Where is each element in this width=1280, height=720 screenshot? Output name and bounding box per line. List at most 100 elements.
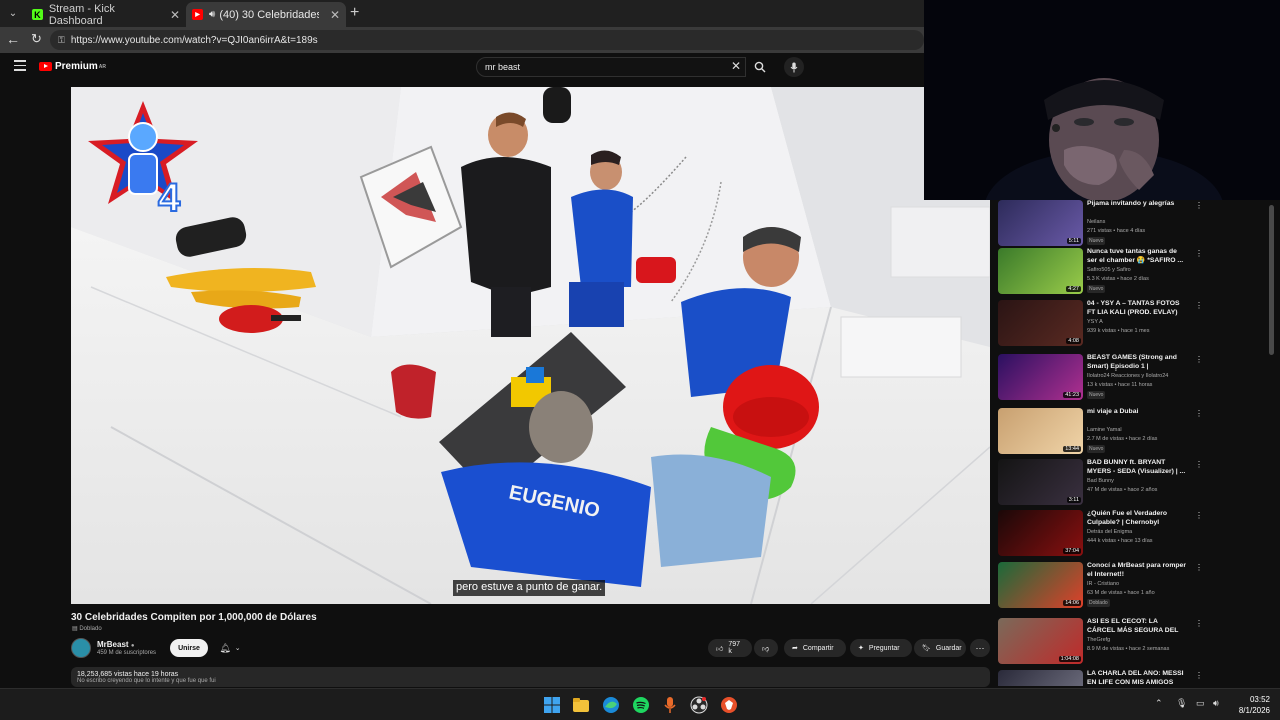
- video-thumbnail[interactable]: 3:11: [998, 459, 1083, 505]
- back-button[interactable]: ←: [6, 31, 20, 47]
- share-button[interactable]: ➦ Compartir: [784, 639, 846, 657]
- more-vert-icon[interactable]: ⋮: [1195, 409, 1203, 418]
- scrollbar[interactable]: [1269, 205, 1274, 355]
- recommendation-title[interactable]: BAD BUNNY ft. BRYANT MYERS - SEDA (Visua…: [1087, 459, 1187, 476]
- video-thumbnail[interactable]: 4:27: [998, 248, 1083, 294]
- network-icon[interactable]: ▭: [1196, 698, 1205, 709]
- recommendation-card[interactable]: LA CHARLA DEL AÑO: MESSI EN LIFE CON MIS…: [998, 670, 1268, 686]
- address-bar[interactable]: ⚿ https://www.youtube.com/watch?v=QJI0an…: [50, 30, 924, 50]
- video-duration: 14:06: [1063, 600, 1081, 606]
- recommendation-channel[interactable]: YSY A: [1087, 319, 1103, 325]
- recommendation-badge: Nuevo: [1087, 285, 1106, 293]
- microphone-app-icon[interactable]: [661, 696, 679, 714]
- more-vert-icon[interactable]: ⋮: [1195, 563, 1203, 572]
- youtube-premium-logo[interactable]: Premium AR: [39, 61, 106, 72]
- recommendation-card[interactable]: 41:23 BEAST GAMES (Strong and Smart) Epis…: [998, 354, 1268, 404]
- reload-button[interactable]: ↻: [31, 31, 42, 47]
- edge-icon[interactable]: [602, 696, 620, 714]
- recommendation-card[interactable]: 14:06 Conocí a MrBeast para romper el Int…: [998, 562, 1268, 612]
- new-tab-button[interactable]: +: [350, 4, 359, 22]
- ask-button[interactable]: ✦ Preguntar: [850, 639, 912, 657]
- video-thumbnail[interactable]: 4:08: [998, 300, 1083, 346]
- video-thumbnail[interactable]: 13:44: [998, 408, 1083, 454]
- windows-start-icon[interactable]: [543, 696, 561, 714]
- video-thumbnail[interactable]: [998, 670, 1083, 686]
- recommendation-channel[interactable]: Ilolatro24 Reacciones y Ilolatro24: [1087, 373, 1168, 379]
- recommendation-card[interactable]: 4:27 Nunca tuve tantas ganas de ser el ch…: [998, 248, 1268, 298]
- obs-icon[interactable]: [690, 696, 708, 714]
- more-vert-icon[interactable]: ⋮: [1195, 671, 1203, 680]
- voice-search-button[interactable]: [784, 57, 804, 77]
- recommendation-channel[interactable]: Neilans: [1087, 219, 1105, 225]
- tab-youtube-video[interactable]: ▶ 🔊︎ (40) 30 Celebridades Compite... ✕: [186, 2, 346, 27]
- recommendation-channel[interactable]: Lamine Yamal: [1087, 427, 1122, 433]
- file-explorer-icon[interactable]: [572, 696, 590, 714]
- description-box[interactable]: 18,253,685 vistas hace 19 horas No escri…: [71, 667, 990, 687]
- recommendation-channel[interactable]: Detrás del Enigma: [1087, 529, 1132, 535]
- more-actions-button[interactable]: ⋯: [970, 639, 990, 657]
- recommendation-card[interactable]: 4:08 04 - YSY A – TANTAS FOTOS FT LIA KAL…: [998, 300, 1268, 350]
- tab-kick-dashboard[interactable]: K Stream - Kick Dashboard ✕: [26, 2, 186, 27]
- sparkle-icon: ✦: [858, 645, 864, 652]
- recommendation-channel[interactable]: IR - Cristiano: [1087, 581, 1119, 587]
- more-icon: ⋯: [975, 642, 985, 653]
- spotify-icon[interactable]: [632, 696, 650, 714]
- search-button[interactable]: [748, 57, 772, 77]
- notifications-button[interactable]: 🔔︎ ⌄: [214, 639, 246, 657]
- menu-icon[interactable]: [14, 60, 26, 74]
- more-vert-icon[interactable]: ⋮: [1195, 301, 1203, 310]
- verified-icon: ●: [130, 643, 135, 649]
- show-hidden-icons-button[interactable]: ⌃: [1155, 698, 1163, 709]
- recommendation-title[interactable]: LA CHARLA DEL AÑO: MESSI EN LIFE CON MIS…: [1087, 670, 1187, 686]
- recommendation-card[interactable]: 3:11 BAD BUNNY ft. BRYANT MYERS - SEDA (V…: [998, 459, 1268, 509]
- video-player[interactable]: EUGENIO 4: [71, 87, 990, 604]
- speaker-icon[interactable]: 🔊︎: [209, 9, 215, 20]
- recommendation-badge: Doblado: [1087, 599, 1110, 607]
- recommendation-title[interactable]: Pijama invitando y alegrías: [1087, 200, 1187, 209]
- recommendation-card[interactable]: 1:04:08 ASÍ ES EL CECOT: LA CÁRCEL MÁS SE…: [998, 618, 1268, 668]
- more-vert-icon[interactable]: ⋮: [1195, 249, 1203, 258]
- recommendation-card[interactable]: 5:11 Pijama invitando y alegrías Neilans 27…: [998, 200, 1268, 250]
- site-info-icon[interactable]: ⚿: [58, 35, 65, 46]
- recommendation-channel[interactable]: TheGrefg: [1087, 637, 1110, 643]
- recommendation-card[interactable]: 13:44 mi viaje a Dubai Lamine Yamal 2.7 M d…: [998, 408, 1268, 458]
- microphone-tray-icon[interactable]: 🎙︎: [1176, 698, 1187, 709]
- dislike-button[interactable]: 👎︎: [754, 639, 778, 657]
- recommendation-badge: Nuevo: [1087, 445, 1106, 453]
- video-thumbnail[interactable]: 1:04:08: [998, 618, 1083, 664]
- recommendation-title[interactable]: Nunca tuve tantas ganas de ser el chambe…: [1087, 248, 1187, 265]
- recommendation-title[interactable]: ASÍ ES EL CECOT: LA CÁRCEL MÁS SEGURA DE…: [1087, 618, 1187, 635]
- more-vert-icon[interactable]: ⋮: [1195, 460, 1203, 469]
- clear-search-icon[interactable]: ✕: [731, 59, 741, 73]
- recommendation-channel[interactable]: Safiro505 y Safiro: [1087, 267, 1131, 273]
- close-tab-icon[interactable]: ✕: [170, 8, 180, 22]
- channel-name[interactable]: MrBeast ●: [97, 640, 134, 649]
- close-tab-icon[interactable]: ✕: [330, 8, 340, 22]
- video-thumbnail[interactable]: 37:04: [998, 510, 1083, 556]
- recommendation-meta: 47 M de vistas • hace 2 años: [1087, 487, 1158, 493]
- video-thumbnail[interactable]: 14:06: [998, 562, 1083, 608]
- like-button[interactable]: 👍︎ 797 k: [708, 639, 752, 657]
- thumbs-up-icon: 👍︎: [716, 645, 724, 653]
- more-vert-icon[interactable]: ⋮: [1195, 619, 1203, 628]
- recommendation-title[interactable]: 04 - YSY A – TANTAS FOTOS FT LIA KALI (P…: [1087, 300, 1187, 317]
- video-thumbnail[interactable]: 41:23: [998, 354, 1083, 400]
- join-button[interactable]: Unirse: [170, 639, 208, 657]
- channel-avatar[interactable]: [71, 638, 91, 658]
- more-vert-icon[interactable]: ⋮: [1195, 355, 1203, 364]
- save-button[interactable]: 🔖︎ Guardar: [914, 639, 966, 657]
- search-input[interactable]: mr beast: [476, 57, 746, 77]
- recommendation-card[interactable]: 37:04 ¿Quién Fue el Verdadero Culpable? |…: [998, 510, 1268, 560]
- system-clock[interactable]: 03:52 8/1/2026: [1230, 694, 1270, 716]
- tab-dropdown-button[interactable]: ⌄: [4, 4, 22, 22]
- brave-icon[interactable]: [720, 696, 738, 714]
- volume-icon[interactable]: 🔊︎: [1213, 698, 1219, 709]
- recommendation-title[interactable]: mi viaje a Dubai: [1087, 408, 1187, 417]
- recommendation-title[interactable]: Conocí a MrBeast para romper el Internet…: [1087, 562, 1187, 579]
- recommendation-title[interactable]: BEAST GAMES (Strong and Smart) Episodio …: [1087, 354, 1187, 371]
- recommendation-title[interactable]: ¿Quién Fue el Verdadero Culpable? | Cher…: [1087, 510, 1187, 527]
- video-thumbnail[interactable]: 5:11: [998, 200, 1083, 246]
- recommendation-channel[interactable]: Bad Bunny: [1087, 478, 1114, 484]
- more-vert-icon[interactable]: ⋮: [1195, 511, 1203, 520]
- more-vert-icon[interactable]: ⋮: [1195, 201, 1203, 210]
